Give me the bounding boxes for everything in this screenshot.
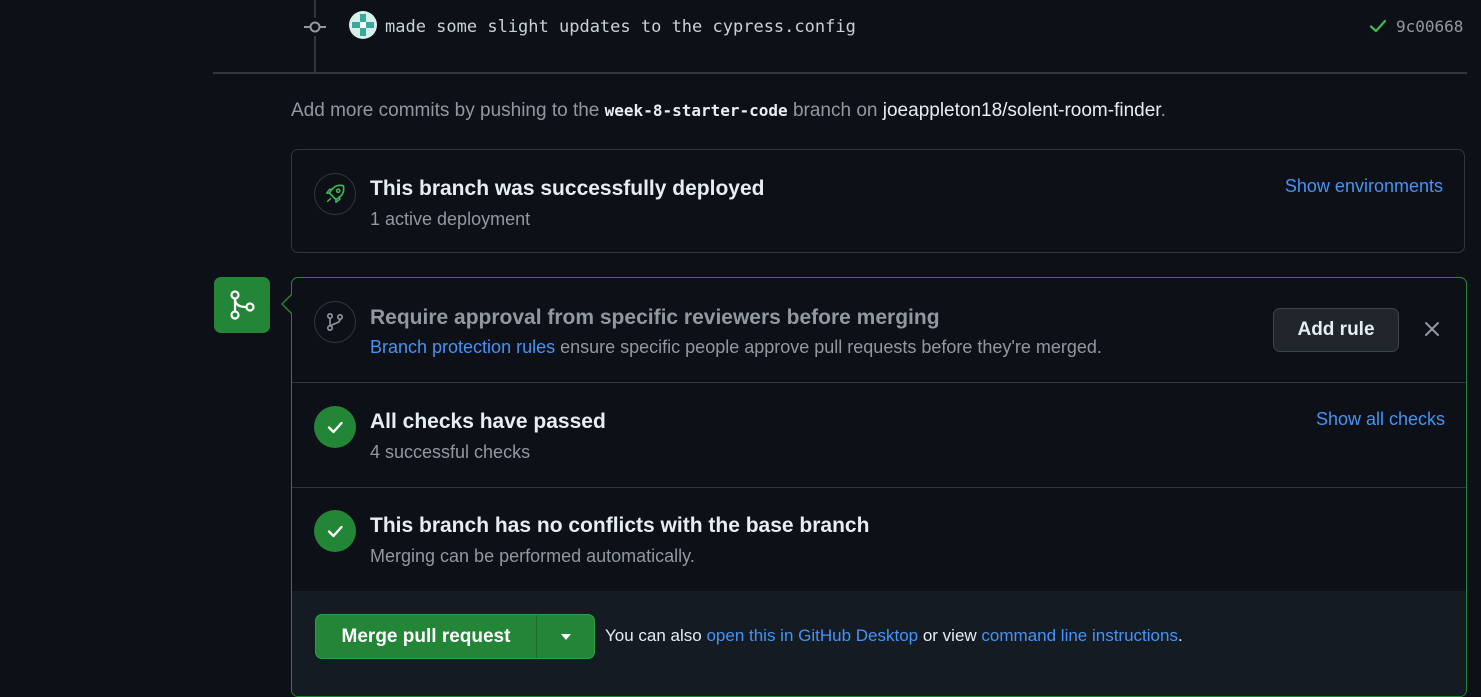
checks-section: All checks have passed 4 successful chec… — [292, 383, 1466, 488]
box-caret-inner — [283, 295, 292, 313]
hint-prefix: Add more commits by pushing to the — [291, 100, 605, 121]
divider — [213, 72, 1467, 74]
branch-protection-link[interactable]: Branch protection rules — [370, 337, 555, 357]
conflicts-subtitle: Merging can be performed automatically. — [370, 546, 695, 566]
checks-subtitle: 4 successful checks — [370, 442, 531, 462]
also-suffix: . — [1177, 626, 1183, 645]
git-merge-icon — [214, 277, 270, 333]
merge-button-group: Merge pull request — [315, 614, 595, 659]
conflicts-title: This branch has no conflicts with the ba… — [370, 514, 870, 537]
rocket-icon — [314, 173, 356, 215]
conflicts-section: This branch has no conflicts with the ba… — [292, 488, 1466, 592]
also-prefix: You can also — [605, 626, 707, 645]
close-icon[interactable] — [1422, 319, 1442, 339]
deployment-box: This branch was successfully deployed 1 … — [291, 149, 1465, 253]
or-view-text: or view — [918, 626, 982, 645]
check-icon — [314, 510, 356, 552]
github-desktop-link[interactable]: open this in GitHub Desktop — [706, 626, 918, 645]
timeline-line — [314, 0, 316, 72]
deployment-title: This branch was successfully deployed — [370, 177, 765, 200]
merge-footer: Merge pull request You can also open thi… — [292, 591, 1466, 696]
reviewers-title: Require approval from specific reviewers… — [370, 306, 940, 329]
check-icon — [314, 406, 356, 448]
reviewers-description: ensure specific people approve pull requ… — [555, 337, 1102, 357]
merge-alternatives: You can also open this in GitHub Desktop… — [605, 626, 1183, 646]
reviewers-section: Require approval from specific reviewers… — [292, 278, 1466, 383]
hint-middle: branch on — [787, 100, 883, 121]
commit-icon — [303, 18, 327, 36]
commit-message[interactable]: made some slight updates to the cypress.… — [385, 17, 856, 37]
checks-title: All checks have passed — [370, 410, 606, 433]
repo-name: joeappleton18/solent-room-finder — [882, 100, 1161, 121]
add-rule-button[interactable]: Add rule — [1273, 308, 1399, 352]
check-icon[interactable] — [1368, 16, 1388, 41]
merge-options-dropdown[interactable] — [537, 615, 594, 658]
git-branch-icon — [314, 301, 356, 343]
merge-pull-request-button[interactable]: Merge pull request — [316, 615, 537, 658]
merge-box: Require approval from specific reviewers… — [291, 277, 1467, 697]
command-line-link[interactable]: command line instructions — [981, 626, 1178, 645]
avatar[interactable] — [349, 11, 377, 39]
reviewers-text: Branch protection rules ensure specific … — [370, 337, 1102, 358]
push-hint: Add more commits by pushing to the week-… — [291, 100, 1166, 122]
hint-suffix: . — [1160, 100, 1166, 121]
commit-sha[interactable]: 9c00668 — [1396, 17, 1463, 36]
show-environments-link[interactable]: Show environments — [1285, 176, 1443, 197]
triangle-down-icon — [560, 633, 571, 640]
deployment-subtitle: 1 active deployment — [370, 209, 531, 229]
branch-name: week-8-starter-code — [604, 101, 788, 120]
show-all-checks-link[interactable]: Show all checks — [1316, 409, 1445, 430]
